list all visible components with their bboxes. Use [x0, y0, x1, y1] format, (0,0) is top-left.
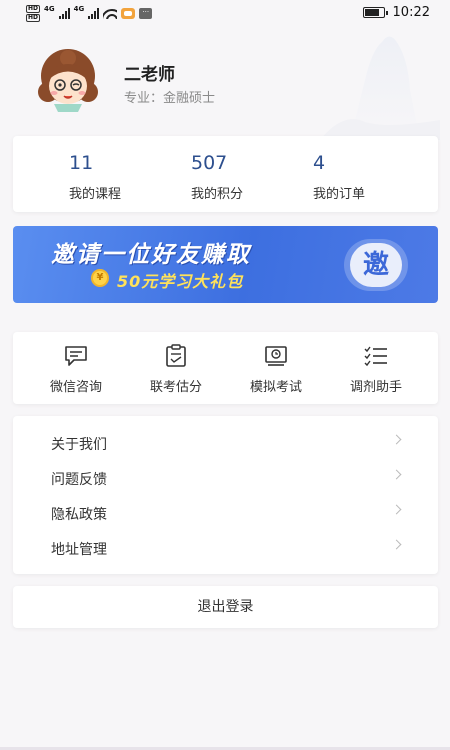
message-notification-icon — [121, 8, 136, 19]
checklist-icon — [364, 346, 387, 367]
more-notification-icon: ··· — [139, 8, 153, 19]
tool-label: 联考估分 — [149, 380, 202, 395]
signal-icon-2 — [88, 8, 100, 19]
user-name: 二老师 — [124, 65, 175, 85]
stat-value: 11 — [69, 152, 94, 174]
tool-label: 调剂助手 — [349, 380, 402, 395]
stat-courses[interactable]: 11 我的课程 — [69, 152, 179, 202]
stat-value: 4 — [313, 152, 326, 174]
menu-label: 隐私政策 — [51, 507, 107, 523]
tool-label: 微信咨询 — [49, 380, 102, 395]
invite-banner[interactable]: 邀请一位好友赚取 ¥ 50元学习大礼包 邀 — [13, 226, 438, 303]
tool-adjust-assistant[interactable]: 调剂助手 — [326, 344, 426, 395]
hd-label-bottom: HD — [26, 14, 41, 22]
tool-label: 模拟考试 — [249, 380, 302, 395]
chat-icon — [65, 346, 87, 366]
menu-card: 关于我们 问题反馈 隐私政策 地址管理 — [13, 416, 438, 574]
menu-item-about[interactable]: 关于我们 — [13, 426, 438, 461]
chevron-right-icon — [391, 434, 402, 445]
menu-item-feedback[interactable]: 问题反馈 — [13, 461, 438, 496]
menu-label: 地址管理 — [51, 542, 107, 558]
avatar[interactable] — [34, 46, 102, 112]
user-major: 专业：金融硕士 — [124, 91, 216, 106]
battery-icon — [362, 7, 388, 18]
tool-score-estimate[interactable]: 联考估分 — [126, 344, 226, 395]
menu-label: 关于我们 — [51, 437, 107, 453]
chevron-right-icon — [391, 469, 402, 480]
status-right-icons: 10:22 — [362, 5, 430, 20]
profile-screen: HD HD 4G 4G ··· 10:22 二老师 专业：金融硕士 11 我的课… — [0, 0, 450, 750]
tool-mock-exam[interactable]: 模拟考试 — [226, 344, 326, 395]
chevron-right-icon — [391, 504, 402, 515]
status-left-icons: HD HD 4G 4G ··· — [26, 5, 153, 22]
logout-button[interactable]: 退出登录 — [13, 586, 438, 628]
hd-icon: HD HD — [26, 5, 41, 22]
profile-header: 二老师 专业：金融硕士 — [34, 46, 434, 116]
stat-value: 507 — [191, 152, 228, 174]
status-bar: HD HD 4G 4G ··· 10:22 — [0, 0, 450, 26]
certificate-icon — [265, 346, 287, 366]
stat-orders[interactable]: 4 我的订单 — [313, 152, 423, 202]
stat-label: 我的课程 — [69, 187, 122, 202]
chevron-right-icon — [391, 539, 402, 550]
stats-card: 11 我的课程 507 我的积分 4 我的订单 — [13, 136, 438, 212]
signal-label-1: 4G — [44, 5, 55, 13]
invite-badge: 邀 — [350, 243, 402, 287]
stat-label: 我的积分 — [191, 187, 244, 202]
stat-points[interactable]: 507 我的积分 — [191, 152, 301, 202]
battery-level — [364, 9, 379, 16]
clipboard-icon — [166, 344, 186, 367]
stat-label: 我的订单 — [313, 187, 366, 202]
banner-subtitle: 50元学习大礼包 — [117, 272, 244, 291]
tool-wechat-consult[interactable]: 微信咨询 — [26, 344, 126, 395]
menu-item-privacy[interactable]: 隐私政策 — [13, 496, 438, 531]
signal-label-2: 4G — [73, 5, 85, 13]
banner-title: 邀请一位好友赚取 — [51, 242, 251, 268]
menu-label: 问题反馈 — [51, 472, 107, 488]
signal-icon-1 — [58, 8, 70, 19]
status-time: 10:22 — [392, 5, 430, 20]
logout-label: 退出登录 — [197, 599, 254, 615]
menu-item-address[interactable]: 地址管理 — [13, 531, 438, 566]
coin-icon: ¥ — [91, 269, 109, 287]
tools-card: 微信咨询 联考估分 模拟考试 调剂助手 — [13, 332, 438, 404]
wifi-icon — [103, 8, 118, 19]
hd-label-top: HD — [26, 5, 41, 13]
